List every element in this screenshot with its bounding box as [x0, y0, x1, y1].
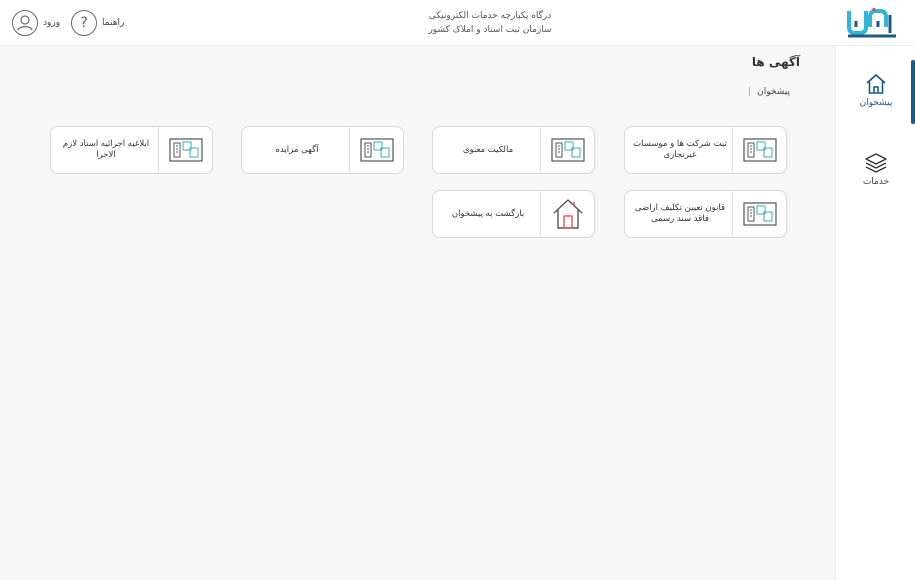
card-intellectual-property[interactable]: مالکیت معنوی [432, 126, 595, 174]
page-title: آگهی ها [751, 55, 800, 69]
document-icon [732, 127, 786, 173]
user-actions: ورود ? راهنما [12, 10, 129, 36]
document-icon [540, 127, 594, 173]
card-auction-notice[interactable]: آگهی مزایده [241, 126, 404, 174]
breadcrumb-item-dashboard[interactable]: پیشخوان [757, 87, 790, 97]
site-logo[interactable] [846, 7, 898, 39]
card-label: مالکیت معنوی [462, 144, 514, 155]
house-icon [540, 191, 594, 237]
sidebar-item-services[interactable]: خدمات [836, 151, 915, 211]
top-header: ورود ? راهنما درگاه یکپارچه خدمات الکترو… [0, 0, 915, 46]
layers-icon [865, 153, 887, 173]
home-icon [866, 74, 886, 94]
sidebar: پیشخوان خدمات [835, 46, 915, 580]
document-icon [158, 127, 212, 173]
portal-title-line1: درگاه یکپارچه خدمات الکترونیکی [428, 11, 552, 21]
login-link[interactable]: ورود [43, 18, 60, 28]
sidebar-item-dashboard[interactable]: پیشخوان [836, 72, 915, 132]
document-icon [732, 191, 786, 237]
card-label: بازگشت به پیشخوان [451, 208, 525, 219]
card-execution-notice[interactable]: ابلاغیه اجرائیه اسناد لازم الاجرا [50, 126, 213, 174]
help-icon[interactable]: ? [71, 10, 98, 36]
card-company-registration[interactable]: ثبت شرکت ها و موسسات غیرتجاری [624, 126, 787, 174]
sidebar-item-label: پیشخوان [859, 98, 893, 108]
portal-title-line2: سازمان ثبت اسناد و املاک کشور [428, 25, 552, 35]
card-label: ثبت شرکت ها و موسسات غیرتجاری [633, 139, 727, 160]
card-back-to-dashboard[interactable]: بازگشت به پیشخوان [432, 190, 595, 238]
breadcrumb-separator: | [748, 87, 752, 97]
breadcrumb: پیشخوان | [650, 87, 790, 97]
card-label: قانون تعیین تکلیف اراضی فاقد سند رسمی [634, 203, 726, 224]
sidebar-item-label: خدمات [862, 177, 890, 187]
card-label: ابلاغیه اجرائیه اسناد لازم الاجرا [62, 139, 150, 160]
portal-title: درگاه یکپارچه خدمات الکترونیکی سازمان ثب… [380, 9, 600, 37]
document-icon [349, 127, 403, 173]
card-land-status-law[interactable]: قانون تعیین تکلیف اراضی فاقد سند رسمی [624, 190, 787, 238]
help-link[interactable]: راهنما [102, 18, 124, 28]
user-icon[interactable] [12, 10, 38, 36]
card-label: آگهی مزایده [275, 144, 319, 155]
